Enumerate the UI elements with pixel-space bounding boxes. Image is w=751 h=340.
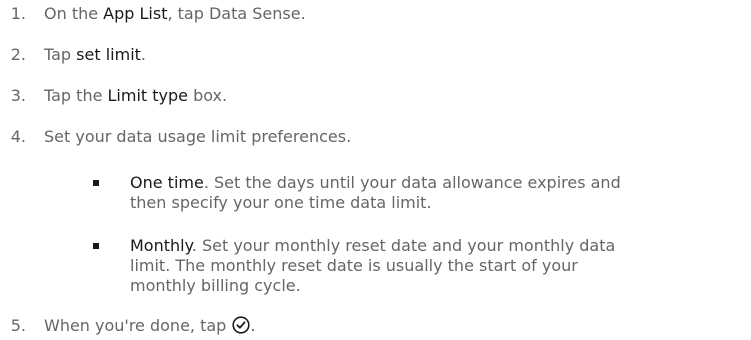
step-number: 1. bbox=[10, 4, 26, 23]
bullet-marker bbox=[93, 243, 99, 249]
step-text: Set your data usage limit preferences. bbox=[44, 127, 352, 146]
one-time-label: One time bbox=[130, 173, 204, 192]
step-number: 4. bbox=[10, 127, 26, 146]
limit-type-label: Limit type bbox=[107, 86, 189, 105]
instructions-document: 1. On the App List, tap Data Sense. 2. T… bbox=[0, 0, 751, 340]
check-circle-icon bbox=[232, 316, 251, 334]
step-number: 5. bbox=[10, 316, 26, 335]
step-text: When you're done, tap . bbox=[44, 316, 256, 335]
step-text: Tap the Limit type box. bbox=[44, 86, 228, 105]
bullet-text: One time. Set the days until your data a… bbox=[130, 173, 621, 212]
step-text: Tap set limit. bbox=[44, 45, 146, 64]
bullet-text: Monthly. Set your monthly reset date and… bbox=[130, 236, 616, 295]
set-limit-label: set limit bbox=[76, 45, 141, 64]
step-text: On the App List, tap Data Sense. bbox=[44, 4, 306, 23]
step-number: 2. bbox=[10, 45, 26, 64]
bullet-marker bbox=[93, 180, 99, 186]
step-number: 3. bbox=[10, 86, 26, 105]
monthly-label: Monthly bbox=[130, 236, 192, 255]
app-list-label: App List bbox=[103, 4, 168, 23]
